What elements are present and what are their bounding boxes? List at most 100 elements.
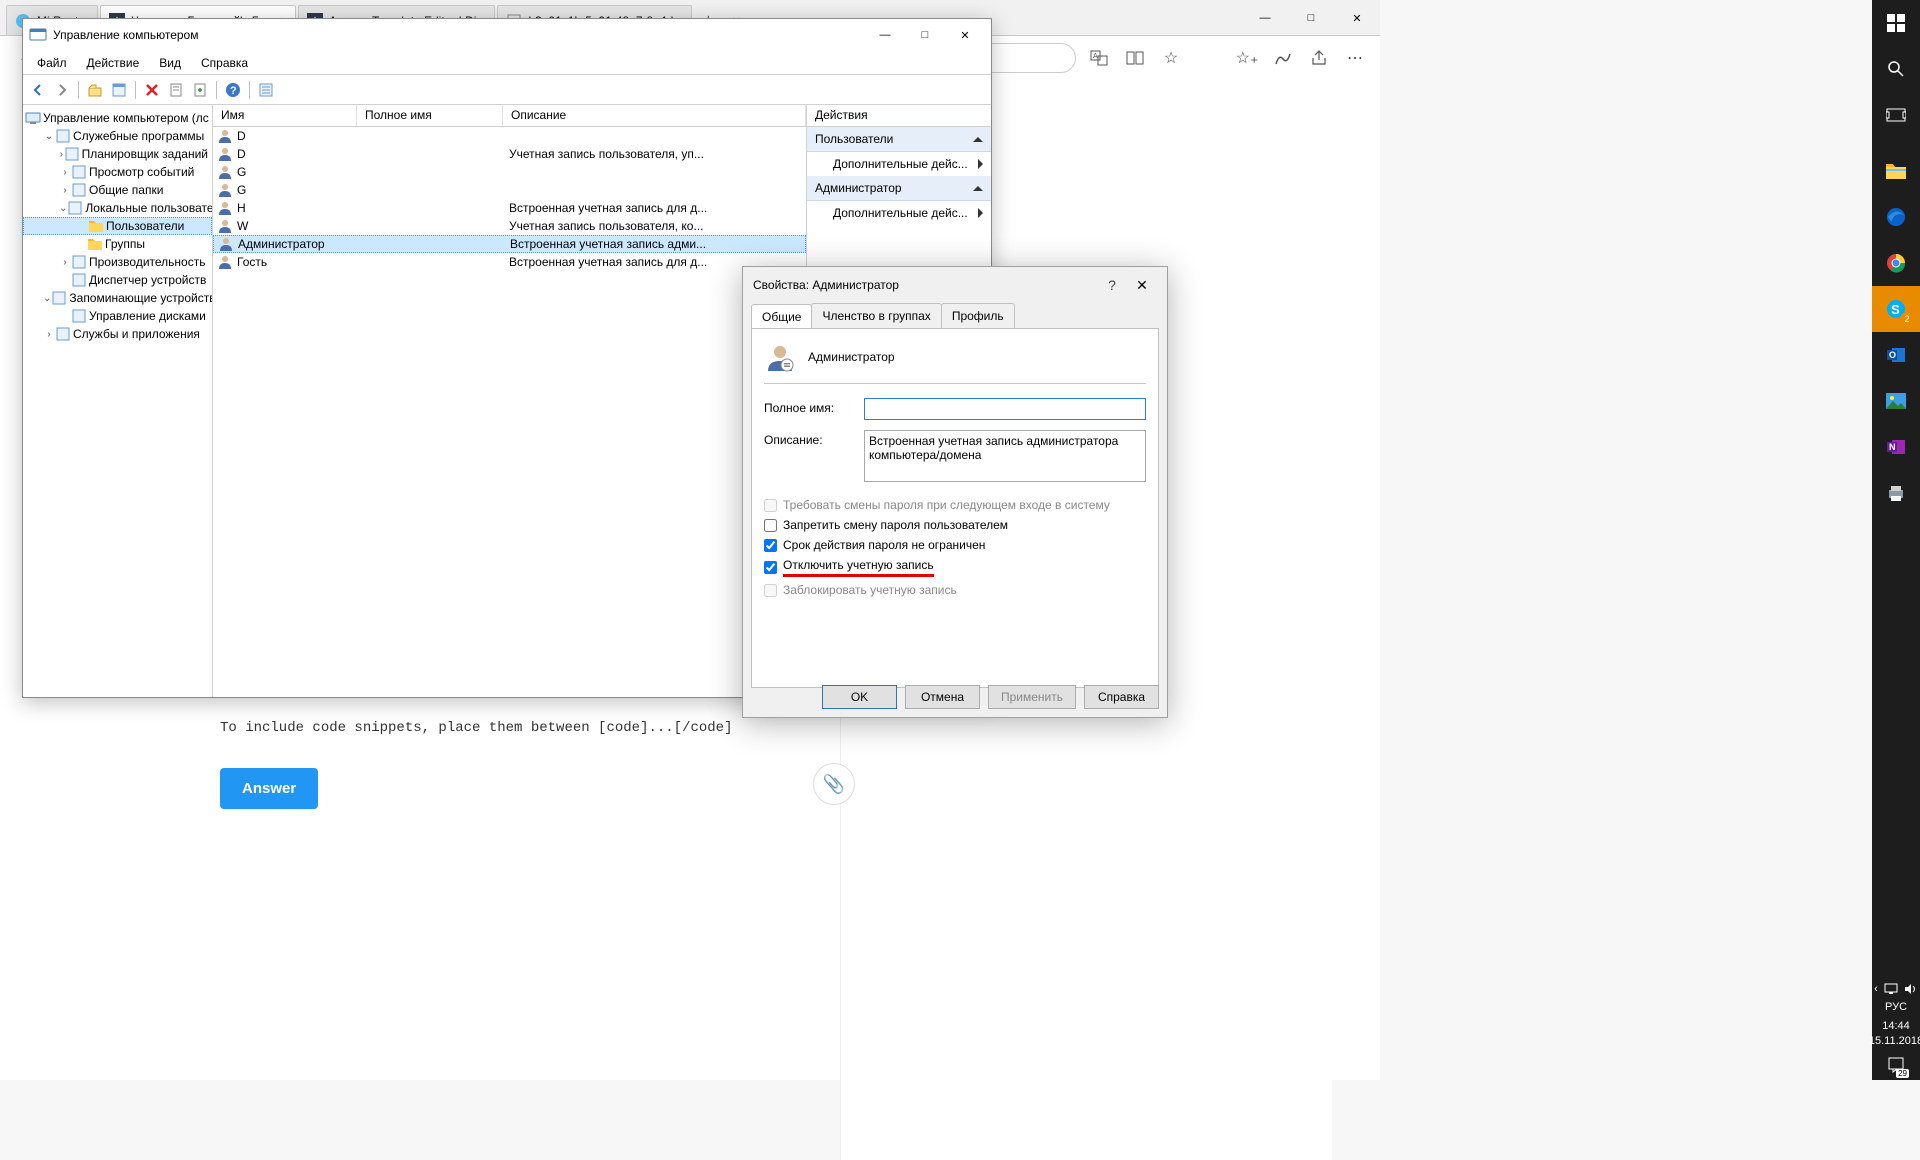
expand-icon[interactable]: ›: [59, 185, 71, 196]
tree-node[interactable]: ›Общие папки: [23, 181, 212, 199]
tree-node[interactable]: ⌄Локальные пользовате: [23, 199, 212, 217]
mmc-tree[interactable]: Управление компьютером (лс ⌄Служебные пр…: [23, 105, 213, 697]
chrome-icon[interactable]: [1872, 240, 1920, 286]
tree-node[interactable]: Группы: [23, 235, 212, 253]
tb-export-icon[interactable]: [189, 79, 211, 101]
collapse-icon[interactable]: ⌄: [43, 293, 51, 304]
clock[interactable]: 14:44 15.11.2018: [1869, 1019, 1920, 1048]
tb-help-icon[interactable]: ?: [222, 79, 244, 101]
minimize-button[interactable]: —: [1242, 0, 1288, 36]
tree-node[interactable]: ⌄Служебные программы: [23, 127, 212, 145]
menu-view[interactable]: Вид: [149, 53, 191, 73]
mmc-list[interactable]: Имя Полное имя Описание DDУчетная запись…: [213, 105, 807, 697]
network-icon[interactable]: [1884, 983, 1898, 995]
reading-icon[interactable]: [1122, 45, 1148, 71]
onenote-icon[interactable]: N: [1872, 424, 1920, 470]
star-icon[interactable]: ☆: [1158, 45, 1184, 71]
more-icon[interactable]: ⋯: [1342, 45, 1368, 71]
check-cannot-change[interactable]: Запретить смену пароля пользователем: [764, 518, 1146, 532]
explorer-icon[interactable]: [1872, 148, 1920, 194]
check-disable-account[interactable]: Отключить учетную запись: [764, 558, 1146, 577]
col-name[interactable]: Имя: [213, 105, 357, 126]
fullname-input[interactable]: [864, 398, 1146, 420]
collapse-icon[interactable]: ⌄: [43, 131, 55, 142]
ok-button[interactable]: OK: [822, 685, 897, 709]
list-row[interactable]: G: [213, 181, 806, 199]
tree-node[interactable]: Управление дисками: [23, 307, 212, 325]
ink-icon[interactable]: [1270, 45, 1296, 71]
actions-section-users[interactable]: Пользователи: [807, 127, 991, 152]
tab-profile[interactable]: Профиль: [941, 303, 1015, 328]
col-desc[interactable]: Описание: [503, 105, 806, 126]
list-row[interactable]: DУчетная запись пользователя, уп...: [213, 145, 806, 163]
collapse-icon[interactable]: ⌄: [59, 203, 67, 214]
apply-button[interactable]: Применить: [988, 685, 1076, 709]
list-row[interactable]: G: [213, 163, 806, 181]
tree-root[interactable]: Управление компьютером (лс: [23, 109, 212, 127]
list-row[interactable]: D: [213, 127, 806, 145]
checkbox[interactable]: [764, 519, 777, 532]
list-scrollbar[interactable]: [213, 680, 806, 697]
edge-icon[interactable]: [1872, 194, 1920, 240]
tb-show-icon[interactable]: [108, 79, 130, 101]
close-button[interactable]: ✕: [1334, 0, 1380, 36]
tb-forward-icon[interactable]: [51, 79, 73, 101]
checkbox[interactable]: [764, 561, 777, 574]
tab-membership[interactable]: Членство в группах: [811, 303, 941, 328]
share-icon[interactable]: [1306, 45, 1332, 71]
start-button[interactable]: [1872, 0, 1920, 46]
tb-up-icon[interactable]: [84, 79, 106, 101]
cancel-button[interactable]: Отмена: [905, 685, 980, 709]
tb-back-icon[interactable]: [27, 79, 49, 101]
tb-details-icon[interactable]: [255, 79, 277, 101]
favorites-icon[interactable]: ☆₊: [1234, 45, 1260, 71]
mmc-titlebar[interactable]: Управление компьютером — □ ✕: [23, 19, 991, 51]
tree-node[interactable]: ›Производительность: [23, 253, 212, 271]
props-help-button[interactable]: ?: [1097, 277, 1127, 293]
mmc-minimize-button[interactable]: —: [865, 21, 905, 49]
tab-general[interactable]: Общие: [751, 304, 812, 329]
actions-section-admin[interactable]: Администратор: [807, 176, 991, 201]
expand-icon[interactable]: ›: [59, 257, 71, 268]
expand-icon[interactable]: ›: [43, 329, 55, 340]
tree-node[interactable]: Диспетчер устройств: [23, 271, 212, 289]
list-row[interactable]: HВстроенная учетная запись для д...: [213, 199, 806, 217]
tree-scrollbar[interactable]: [23, 680, 212, 697]
tree-node[interactable]: ›Службы и приложения: [23, 325, 212, 343]
menu-action[interactable]: Действие: [77, 53, 150, 73]
tree-node[interactable]: Пользователи: [23, 217, 212, 235]
tree-node[interactable]: ›Просмотр событий: [23, 163, 212, 181]
list-header[interactable]: Имя Полное имя Описание: [213, 105, 806, 127]
list-row[interactable]: АдминистраторВстроенная учетная запись а…: [213, 235, 806, 253]
menu-help[interactable]: Справка: [191, 53, 258, 73]
menu-file[interactable]: Файл: [27, 53, 77, 73]
tb-delete-icon[interactable]: [141, 79, 163, 101]
list-row[interactable]: ГостьВстроенная учетная запись для д...: [213, 253, 806, 271]
notifications-button[interactable]: 29: [1887, 1056, 1905, 1074]
maximize-button[interactable]: □: [1288, 0, 1334, 36]
settings-printer-icon[interactable]: [1872, 470, 1920, 516]
translate-icon[interactable]: A: [1086, 45, 1112, 71]
language-indicator[interactable]: РУС: [1885, 1001, 1907, 1013]
tray-arrow-icon[interactable]: ‹: [1874, 983, 1878, 995]
mmc-close-button[interactable]: ✕: [945, 21, 985, 49]
attach-button[interactable]: 📎: [813, 763, 855, 805]
answer-button[interactable]: Answer: [220, 768, 318, 809]
col-fullname[interactable]: Полное имя: [357, 105, 503, 126]
list-row[interactable]: WУчетная запись пользователя, ко...: [213, 217, 806, 235]
search-button[interactable]: [1872, 46, 1920, 92]
actions-item-more-2[interactable]: Дополнительные дейс...: [807, 201, 991, 225]
desc-input[interactable]: Встроенная учетная запись администратора…: [864, 430, 1146, 482]
checkbox[interactable]: [764, 539, 777, 552]
expand-icon[interactable]: ›: [59, 167, 71, 178]
skype-icon[interactable]: S2: [1872, 286, 1920, 332]
taskview-button[interactable]: [1872, 92, 1920, 138]
outlook-icon[interactable]: O: [1872, 332, 1920, 378]
props-close-button[interactable]: ✕: [1127, 277, 1157, 294]
photos-icon[interactable]: [1872, 378, 1920, 424]
volume-icon[interactable]: [1904, 983, 1918, 995]
check-never-expires[interactable]: Срок действия пароля не ограничен: [764, 538, 1146, 552]
tree-node[interactable]: ›Планировщик заданий: [23, 145, 212, 163]
mmc-maximize-button[interactable]: □: [905, 21, 945, 49]
tree-node[interactable]: ⌄Запоминающие устройств: [23, 289, 212, 307]
